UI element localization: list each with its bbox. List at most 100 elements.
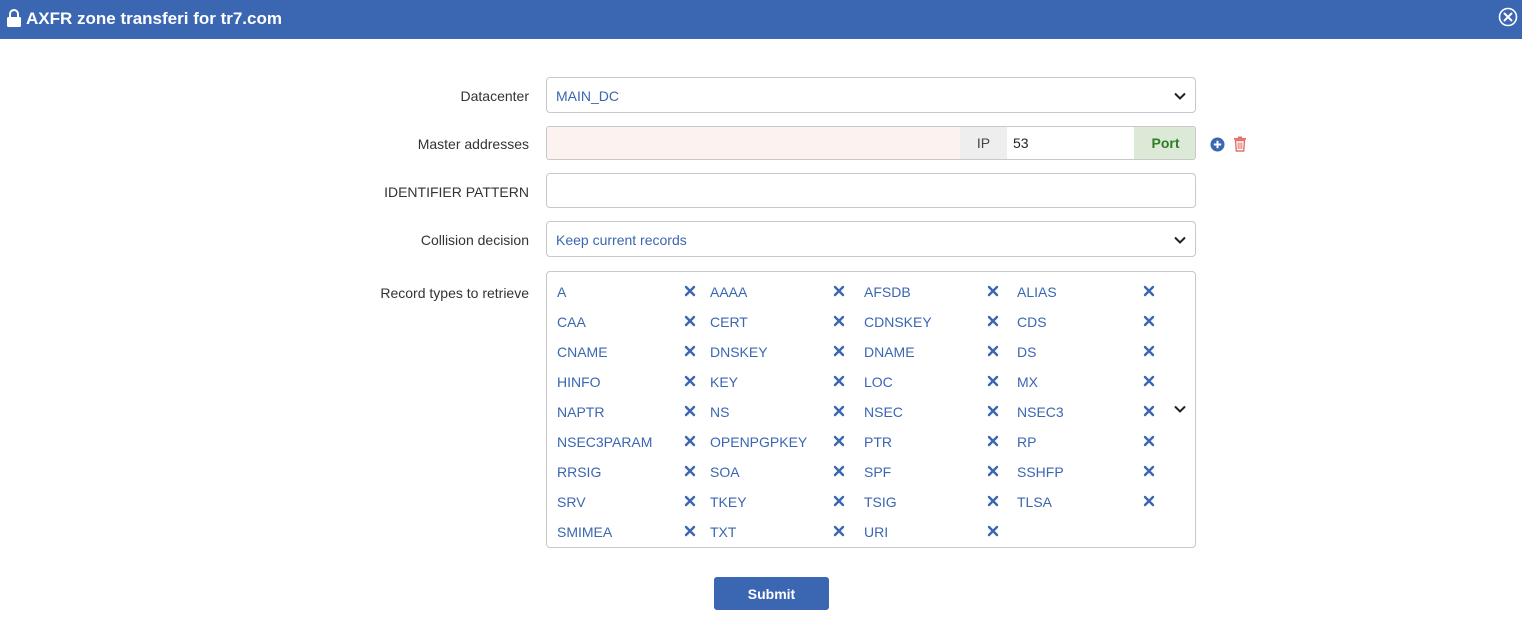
remove-x-icon[interactable]	[833, 345, 845, 357]
remove-x-icon[interactable]	[684, 375, 696, 387]
record-type-label: TSIG	[864, 494, 897, 510]
dialog-title: AXFR zone transferi for tr7.com	[26, 9, 282, 28]
record-type-tag: TLSA	[1017, 492, 1157, 512]
record-type-label: MX	[1017, 374, 1038, 390]
remove-x-icon[interactable]	[833, 465, 845, 477]
remove-x-icon[interactable]	[1143, 285, 1155, 297]
record-type-tag: AAAA	[710, 282, 847, 302]
record-type-label: CDNSKEY	[864, 314, 932, 330]
remove-x-icon[interactable]	[1143, 405, 1155, 417]
record-type-tag: TSIG	[864, 492, 1001, 512]
record-types-label: Record types to retrieve	[380, 285, 529, 301]
record-type-label: NS	[710, 404, 730, 420]
record-type-label: RRSIG	[557, 464, 602, 480]
remove-x-icon[interactable]	[987, 375, 999, 387]
collision-decision-label: Collision decision	[420, 232, 529, 248]
record-type-tag: DNAME	[864, 342, 1001, 362]
submit-button[interactable]: Submit	[714, 577, 829, 610]
remove-x-icon[interactable]	[987, 285, 999, 297]
remove-x-icon[interactable]	[684, 285, 696, 297]
record-type-label: NSEC	[864, 404, 903, 420]
remove-x-icon[interactable]	[684, 525, 696, 537]
remove-x-icon[interactable]	[1143, 375, 1155, 387]
record-type-tag: CDS	[1017, 312, 1157, 332]
remove-x-icon[interactable]	[833, 315, 845, 327]
record-type-tag: MX	[1017, 372, 1157, 392]
record-type-tag: DS	[1017, 342, 1157, 362]
record-type-tag: NS	[710, 402, 847, 422]
record-type-label: ALIAS	[1017, 284, 1057, 300]
record-type-label: NSEC3	[1017, 404, 1064, 420]
remove-x-icon[interactable]	[833, 405, 845, 417]
remove-x-icon[interactable]	[1143, 315, 1155, 327]
record-type-tag: URI	[864, 522, 1001, 542]
remove-x-icon[interactable]	[833, 435, 845, 447]
remove-x-icon[interactable]	[833, 375, 845, 387]
remove-x-icon[interactable]	[987, 315, 999, 327]
remove-x-icon[interactable]	[987, 495, 999, 507]
add-address-icon[interactable]	[1210, 137, 1225, 152]
master-ip-input[interactable]	[547, 127, 960, 159]
record-type-label: AFSDB	[864, 284, 911, 300]
record-type-label: AAAA	[710, 284, 748, 300]
remove-x-icon[interactable]	[1143, 495, 1155, 507]
remove-x-icon[interactable]	[684, 465, 696, 477]
datacenter-select[interactable]: MAIN_DC	[546, 77, 1196, 113]
record-type-tag: TKEY	[710, 492, 847, 512]
record-types-multiselect[interactable]: A AAAA AFSDB ALIAS CAA CERT CDNSKEY CDS CNAME DNS…	[546, 271, 1196, 548]
record-type-tag: AFSDB	[864, 282, 1001, 302]
record-type-tag: KEY	[710, 372, 847, 392]
record-type-label: HINFO	[557, 374, 601, 390]
record-type-label: NSEC3PARAM	[557, 434, 653, 450]
record-type-label: LOC	[864, 374, 893, 390]
remove-x-icon[interactable]	[833, 525, 845, 537]
remove-x-icon[interactable]	[987, 465, 999, 477]
trash-icon[interactable]	[1233, 136, 1247, 152]
datacenter-value: MAIN_DC	[556, 88, 620, 104]
record-type-tag: NSEC3	[1017, 402, 1157, 422]
remove-x-icon[interactable]	[987, 405, 999, 417]
master-port-input[interactable]	[1007, 127, 1134, 159]
record-type-tag: NAPTR	[557, 402, 698, 422]
remove-x-icon[interactable]	[1143, 345, 1155, 357]
remove-x-icon[interactable]	[1143, 465, 1155, 477]
record-type-label: SSHFP	[1017, 464, 1064, 480]
dialog-titlebar: AXFR zone transferi for tr7.com	[0, 0, 1522, 39]
record-type-label: DNSKEY	[710, 344, 768, 360]
datacenter-label: Datacenter	[460, 88, 529, 104]
identifier-pattern-input[interactable]	[546, 173, 1196, 208]
record-type-label: URI	[864, 524, 889, 540]
record-type-tag: ALIAS	[1017, 282, 1157, 302]
record-type-tag: SMIMEA	[557, 522, 698, 542]
master-addresses-label: Master addresses	[417, 136, 529, 152]
record-type-label: TXT	[710, 524, 737, 540]
remove-x-icon[interactable]	[833, 495, 845, 507]
record-type-tag: RRSIG	[557, 462, 698, 482]
remove-x-icon[interactable]	[1143, 435, 1155, 447]
record-type-label: OPENPGPKEY	[710, 434, 808, 450]
remove-x-icon[interactable]	[684, 495, 696, 507]
record-type-tag: NSEC3PARAM	[557, 432, 698, 452]
remove-x-icon[interactable]	[684, 405, 696, 417]
master-address-group: IP Port	[546, 126, 1196, 160]
record-type-label: SOA	[710, 464, 740, 480]
remove-x-icon[interactable]	[833, 285, 845, 297]
record-type-label: CERT	[710, 314, 748, 330]
record-type-label: NAPTR	[557, 404, 605, 420]
record-type-tag: PTR	[864, 432, 1001, 452]
record-type-label: DS	[1017, 344, 1037, 360]
remove-x-icon[interactable]	[684, 345, 696, 357]
chevron-down-icon	[1174, 236, 1186, 244]
record-type-tag: CERT	[710, 312, 847, 332]
record-type-label: SRV	[557, 494, 586, 510]
remove-x-icon[interactable]	[684, 435, 696, 447]
remove-x-icon[interactable]	[684, 315, 696, 327]
close-icon[interactable]	[1498, 7, 1518, 27]
remove-x-icon[interactable]	[987, 345, 999, 357]
chevron-down-icon[interactable]	[1173, 402, 1187, 416]
collision-decision-value: Keep current records	[556, 232, 687, 248]
collision-decision-select[interactable]: Keep current records	[546, 221, 1196, 257]
remove-x-icon[interactable]	[987, 525, 999, 537]
remove-x-icon[interactable]	[987, 435, 999, 447]
record-type-tag: SRV	[557, 492, 698, 512]
